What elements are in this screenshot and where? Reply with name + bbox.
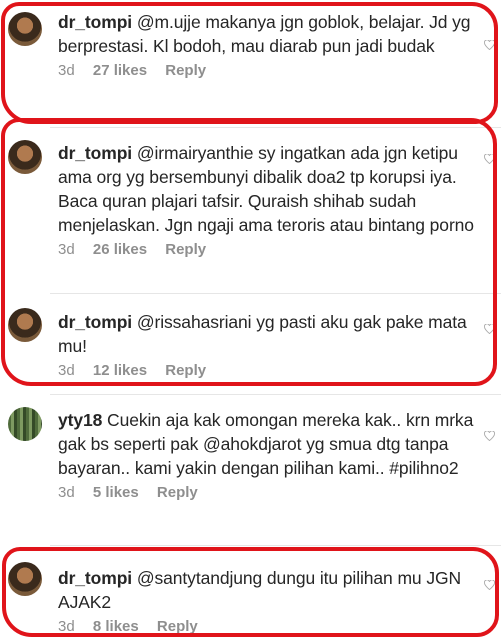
- comment-item: dr_tompi @irmairyanthie sy ingatkan ada …: [0, 128, 501, 293]
- comment-item: dr_tompi @rissahasriani yg pasti aku gak…: [0, 294, 501, 394]
- comment-text: yty18 Cuekin aja kak omongan mereka kak.…: [58, 408, 481, 480]
- comment-username[interactable]: yty18: [58, 410, 102, 430]
- comment-time: 3d: [58, 618, 75, 635]
- reply-button[interactable]: Reply: [165, 241, 206, 258]
- avatar[interactable]: [8, 12, 42, 46]
- comment-item: dr_tompi @santytandjung dungu itu piliha…: [0, 546, 501, 640]
- comment-time: 3d: [58, 362, 75, 379]
- comment-time: 3d: [58, 484, 75, 501]
- comment-time: 3d: [58, 241, 75, 258]
- comment-meta: 3d 27 likes Reply: [58, 62, 481, 79]
- comment-username[interactable]: dr_tompi: [58, 312, 132, 332]
- comment-meta: 3d 12 likes Reply: [58, 362, 481, 379]
- reply-button[interactable]: Reply: [165, 62, 206, 79]
- comment-meta: 3d 8 likes Reply: [58, 618, 481, 635]
- avatar[interactable]: [8, 308, 42, 342]
- avatar[interactable]: [8, 407, 42, 441]
- comment-username[interactable]: dr_tompi: [58, 568, 132, 588]
- comment-likes[interactable]: 5 likes: [93, 484, 139, 501]
- heart-outline-icon[interactable]: [484, 580, 495, 590]
- heart-outline-icon[interactable]: [484, 40, 495, 50]
- heart-outline-icon[interactable]: [484, 154, 495, 164]
- comment-time: 3d: [58, 62, 75, 79]
- comment-item: yty18 Cuekin aja kak omongan mereka kak.…: [0, 395, 501, 545]
- comment-likes[interactable]: 26 likes: [93, 241, 147, 258]
- reply-button[interactable]: Reply: [157, 484, 198, 501]
- comment-text: dr_tompi @santytandjung dungu itu piliha…: [58, 566, 481, 614]
- comment-username[interactable]: dr_tompi: [58, 143, 132, 163]
- heart-outline-icon[interactable]: [484, 431, 495, 441]
- heart-outline-icon[interactable]: [484, 324, 495, 334]
- comment-username[interactable]: dr_tompi: [58, 12, 132, 32]
- comment-likes[interactable]: 8 likes: [93, 618, 139, 635]
- comment-meta: 3d 5 likes Reply: [58, 484, 481, 501]
- comment-likes[interactable]: 12 likes: [93, 362, 147, 379]
- comment-text: dr_tompi @m.ujje makanya jgn goblok, bel…: [58, 10, 481, 58]
- comment-meta: 3d 26 likes Reply: [58, 241, 481, 258]
- reply-button[interactable]: Reply: [157, 618, 198, 635]
- comment-item: dr_tompi @m.ujje makanya jgn goblok, bel…: [0, 0, 501, 110]
- comment-text: dr_tompi @rissahasriani yg pasti aku gak…: [58, 310, 481, 358]
- comment-text: dr_tompi @irmairyanthie sy ingatkan ada …: [58, 141, 481, 237]
- comment-body: Cuekin aja kak omongan mereka kak.. krn …: [58, 410, 474, 478]
- comment-likes[interactable]: 27 likes: [93, 62, 147, 79]
- avatar[interactable]: [8, 140, 42, 174]
- reply-button[interactable]: Reply: [165, 362, 206, 379]
- avatar[interactable]: [8, 562, 42, 596]
